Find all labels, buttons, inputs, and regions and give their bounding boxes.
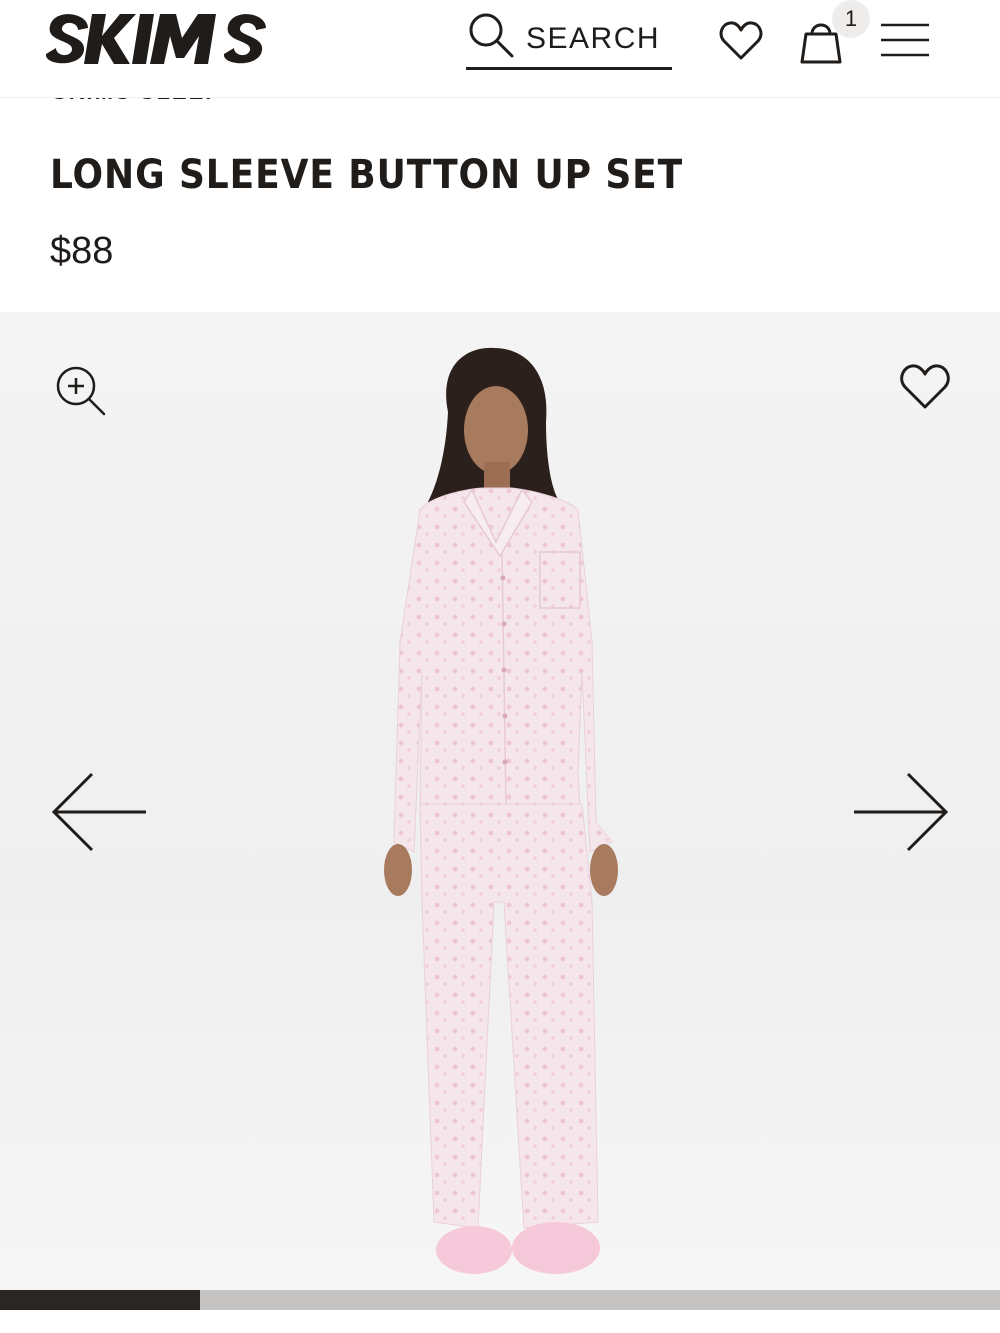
search-bar[interactable]: SEARCH [466, 8, 672, 70]
zoom-in-icon[interactable] [54, 364, 106, 416]
favorite-heart-icon[interactable] [898, 362, 952, 412]
cart-count-badge: 1 [832, 0, 870, 38]
previous-image-arrow-icon[interactable] [50, 770, 150, 854]
product-price: $88 [50, 230, 114, 272]
product-title: LONG SLEEVE BUTTON UP SET [50, 152, 684, 198]
product-image-model [384, 347, 618, 1274]
product-image-gallery[interactable] [0, 312, 1000, 1290]
wishlist-heart-icon[interactable] [718, 18, 764, 64]
search-label: SEARCH [526, 22, 661, 55]
menu-icon[interactable] [880, 20, 930, 60]
site-header: SEARCH 1 [0, 0, 1000, 98]
next-image-arrow-icon[interactable] [850, 770, 950, 854]
gallery-progress-bar[interactable] [0, 1290, 1000, 1310]
gallery-progress-indicator [0, 1290, 200, 1310]
search-icon [469, 13, 514, 58]
skims-logo[interactable] [38, 6, 284, 70]
